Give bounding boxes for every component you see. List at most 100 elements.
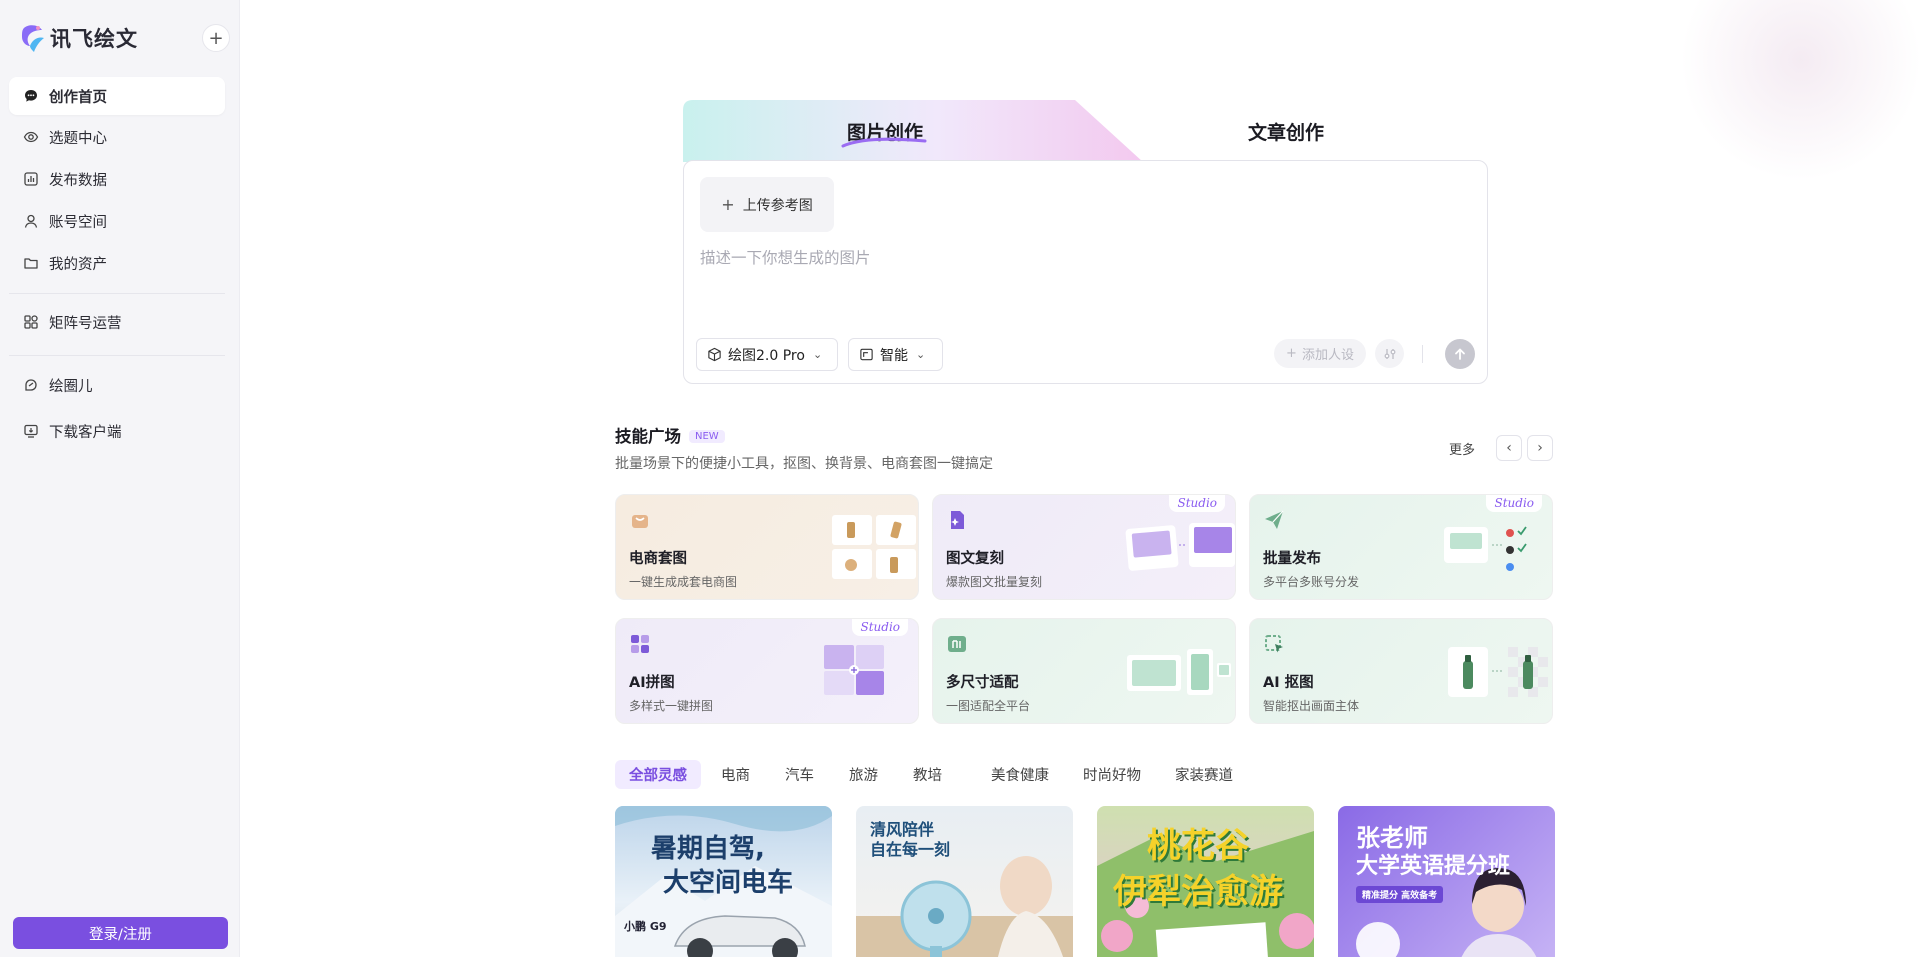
sidebar-item-matrix[interactable]: 矩阵号运营: [9, 303, 225, 341]
skill-card-ecommerce[interactable]: 电商套图 一键生成成套电商图: [615, 494, 919, 600]
sidebar-item-label: 下载客户端: [49, 424, 122, 441]
settings-tune-button[interactable]: [1375, 339, 1404, 368]
gallery-card-teacher[interactable]: 张老师 大学英语提分班 精准提分 高效备考: [1338, 806, 1555, 957]
plus-icon: +: [721, 195, 735, 214]
divider: [9, 355, 225, 356]
add-persona-label: 添加人设: [1301, 348, 1354, 363]
gallery-card-car[interactable]: 暑期自驾, 大空间电车 小鹏 G9: [615, 806, 832, 957]
gallery-tag: 小鹏 G9: [624, 920, 667, 933]
sidebar-item-community[interactable]: 绘圈儿: [9, 366, 225, 404]
sidebar-item-label: 账号空间: [49, 214, 107, 231]
plus-icon: +: [1286, 346, 1297, 361]
card-title: 电商套图: [629, 551, 687, 567]
skill-card-replicate[interactable]: 图文复刻 爆款图文批量复刻 Studio: [932, 494, 1236, 600]
shopping-bag-icon: [632, 515, 648, 528]
new-chat-button[interactable]: +: [202, 24, 230, 52]
card-subtitle: 智能抠出画面主体: [1263, 699, 1360, 713]
category-tab-auto[interactable]: 汽车: [771, 760, 828, 789]
sidebar-item-label: 矩阵号运营: [49, 315, 122, 332]
prompt-input[interactable]: [700, 246, 1460, 306]
sidebar-item-assets[interactable]: 我的资产: [9, 244, 225, 282]
card-subtitle: 一图适配全平台: [946, 699, 1031, 713]
chevron-left-icon: ‹: [1506, 440, 1512, 456]
ratio-label: 智能: [880, 347, 908, 364]
gallery-title-line2: 自在每一刻: [870, 840, 951, 859]
gallery-title-line2: 大空间电车: [663, 868, 794, 898]
chat-bubble-icon: [25, 90, 37, 102]
collage-icon: [631, 635, 649, 653]
gallery-card-fan[interactable]: 清风陪伴 自在每一刻: [856, 806, 1073, 957]
gallery-tag: 精准提分 高效备考: [1356, 886, 1444, 903]
compose-panel: 图片创作 文章创作 + 上传参考图 绘图2.0 Pro ⌄ 智能 ⌄ + 添加人…: [683, 100, 1488, 384]
model-select[interactable]: 绘图2.0 Pro ⌄: [696, 338, 838, 371]
card-title: AI拼图: [629, 675, 675, 691]
card-title: 多尺寸适配: [946, 675, 1019, 691]
skill-card-ai-collage[interactable]: AI拼图 多样式一键拼图 Studio: [615, 618, 919, 724]
category-tab-ecommerce[interactable]: 电商: [707, 760, 764, 789]
ratio-select[interactable]: 智能 ⌄: [848, 338, 943, 371]
gallery-title-line1: 暑期自驾,: [651, 834, 765, 864]
category-tab-home-decor[interactable]: 家装赛道: [1161, 760, 1247, 789]
card-title: AI 抠图: [1263, 675, 1314, 691]
main-content: 图片创作 文章创作 + 上传参考图 绘图2.0 Pro ⌄ 智能 ⌄ + 添加人…: [241, 0, 1920, 957]
category-tab-fashion[interactable]: 时尚好物: [1069, 760, 1155, 789]
skill-card-multi-size[interactable]: 多尺寸适配 一图适配全平台: [932, 618, 1236, 724]
sidebar-item-label: 创作首页: [49, 89, 107, 106]
product-grid-illustration: [832, 515, 916, 579]
sidebar-item-publish-data[interactable]: 发布数据: [9, 160, 225, 198]
sidebar-item-topics[interactable]: 选题中心: [9, 118, 225, 156]
cube-icon: [708, 347, 721, 362]
skill-card-cutout[interactable]: AI 抠图 智能抠出画面主体: [1249, 618, 1553, 724]
logo[interactable]: 讯飞绘文 +: [18, 20, 230, 56]
paper-plane-icon: [1265, 510, 1284, 529]
tab-article-creation[interactable]: 文章创作: [1248, 118, 1324, 145]
card-title: 图文复刻: [946, 551, 1004, 567]
folder-icon: [24, 258, 38, 269]
resize-icon: [948, 636, 966, 652]
sidebar-item-download[interactable]: 下载客户端: [9, 412, 225, 450]
category-tab-all[interactable]: 全部灵感: [615, 760, 701, 789]
send-button[interactable]: [1445, 339, 1475, 369]
chevron-right-icon: ›: [1537, 440, 1543, 456]
add-persona-button[interactable]: + 添加人设: [1274, 339, 1366, 368]
divider: [1422, 345, 1423, 363]
community-icon: [25, 379, 37, 391]
login-button[interactable]: 登录/注册: [13, 917, 228, 949]
cutout-illustration: [1448, 647, 1548, 697]
sidebar-item-accounts[interactable]: 账号空间: [9, 202, 225, 240]
sidebar-item-label: 发布数据: [49, 172, 107, 189]
grid-apps-icon: [24, 315, 38, 329]
plus-icon: +: [208, 27, 224, 49]
gallery-title-line2: 大学英语提分班: [1356, 854, 1511, 879]
upload-label: 上传参考图: [742, 197, 813, 214]
card-title: 批量发布: [1263, 551, 1321, 567]
sidebar-item-home[interactable]: 创作首页: [9, 77, 225, 115]
sidebar-item-label: 选题中心: [49, 130, 107, 147]
chevron-down-icon: ⌄: [812, 348, 823, 361]
document-sparkle-icon: [951, 511, 964, 529]
chevron-down-icon: ⌄: [916, 348, 926, 361]
new-badge: NEW: [689, 430, 725, 443]
next-button[interactable]: ›: [1527, 435, 1553, 461]
card-subtitle: 一键生成成套电商图: [629, 575, 738, 589]
category-tab-travel[interactable]: 旅游: [835, 760, 892, 789]
more-link[interactable]: 更多: [1449, 439, 1475, 458]
card-subtitle: 多样式一键拼图: [629, 699, 714, 713]
skill-card-bulk-publish[interactable]: 批量发布 多平台多账号分发 Studio: [1249, 494, 1553, 600]
aspect-ratio-icon: [860, 348, 873, 361]
category-tab-food-health[interactable]: 美食健康: [977, 760, 1063, 789]
card-subtitle: 爆款图文批量复刻: [946, 575, 1043, 589]
arrow-up-icon: [1455, 348, 1465, 360]
app-name: 讯飞绘文: [50, 27, 138, 51]
category-tab-education[interactable]: 教培: [899, 760, 956, 789]
gallery-title-line2: 伊犁治愈游: [1113, 872, 1283, 912]
sliders-icon: [1384, 348, 1395, 359]
replicate-illustration: [1125, 523, 1235, 571]
gallery-card-travel[interactable]: 桃花谷 伊犁治愈游: [1097, 806, 1314, 957]
eye-icon: [23, 131, 39, 143]
sidebar-item-label: 绘圈儿: [49, 378, 93, 395]
download-icon: [24, 424, 38, 438]
upload-reference-button[interactable]: + 上传参考图: [700, 177, 834, 232]
collage-illustration: [824, 645, 884, 695]
prev-button[interactable]: ‹: [1496, 435, 1522, 461]
